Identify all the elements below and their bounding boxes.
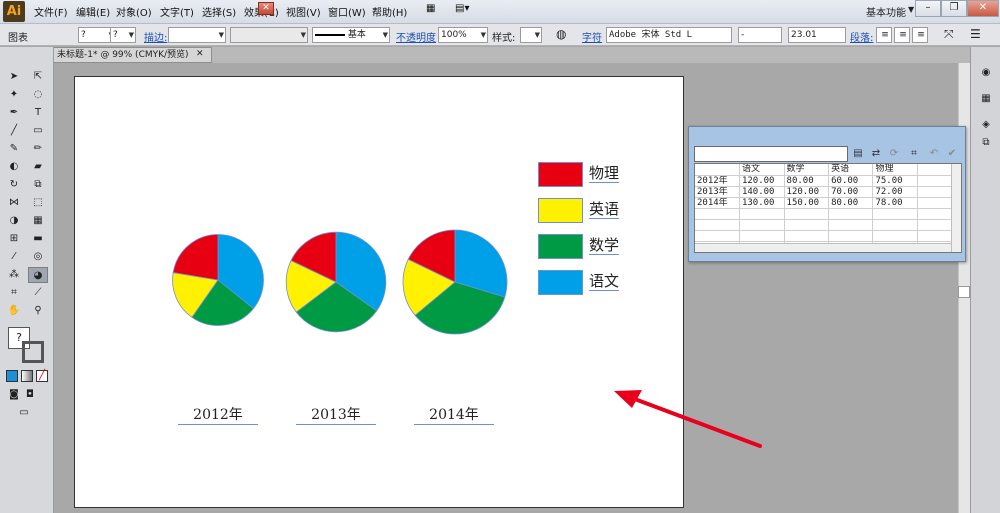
cell-style-icon[interactable]: ⌗ bbox=[906, 147, 922, 161]
table-cell[interactable] bbox=[828, 208, 874, 220]
table-cell[interactable] bbox=[695, 230, 740, 242]
table-cell[interactable]: 语文 bbox=[739, 164, 785, 176]
table-cell[interactable]: 120.00 bbox=[784, 186, 830, 198]
switch-xy-icon[interactable]: ⟳ bbox=[886, 147, 902, 161]
transpose-icon[interactable]: ⇄ bbox=[868, 147, 884, 161]
table-cell[interactable] bbox=[784, 230, 830, 242]
table-row[interactable]: 2014年 130.00 150.00 80.00 78.00 bbox=[695, 197, 961, 209]
table-cell[interactable] bbox=[739, 208, 785, 220]
table-cell[interactable] bbox=[695, 164, 740, 176]
data-table[interactable]: 语文 数学 英语 物理 2012年 120.00 80.00 60.00 75.00 2013年 1… bbox=[695, 164, 961, 252]
table-cell[interactable]: 70.00 bbox=[828, 186, 874, 198]
table-cell[interactable] bbox=[872, 208, 918, 220]
table-cell[interactable] bbox=[784, 219, 830, 231]
table-cell[interactable]: 130.00 bbox=[739, 197, 785, 209]
data-grid[interactable]: 语文 数学 英语 物理 2012年 120.00 80.00 60.00 75.00 2013年 1… bbox=[694, 163, 962, 253]
table-cell[interactable]: 数学 bbox=[784, 164, 830, 176]
table-cell[interactable]: 80.00 bbox=[784, 175, 830, 187]
table-cell[interactable]: 120.00 bbox=[739, 175, 785, 187]
table-row[interactable]: 2013年 140.00 120.00 70.00 72.00 bbox=[695, 186, 961, 198]
grid-horizontal-scrollbar[interactable] bbox=[695, 243, 951, 252]
table-row[interactable] bbox=[695, 208, 961, 220]
table-cell[interactable]: 2014年 bbox=[695, 197, 740, 209]
table-cell[interactable] bbox=[872, 219, 918, 231]
table-cell[interactable]: 72.00 bbox=[872, 186, 918, 198]
revert-icon[interactable]: ↶ bbox=[926, 147, 942, 161]
table-cell[interactable]: 2013年 bbox=[695, 186, 740, 198]
close-icon[interactable]: ✕ bbox=[258, 2, 274, 15]
table-row[interactable] bbox=[695, 230, 961, 242]
table-cell[interactable] bbox=[739, 230, 785, 242]
table-cell[interactable] bbox=[784, 208, 830, 220]
table-cell[interactable]: 78.00 bbox=[872, 197, 918, 209]
table-cell[interactable]: 60.00 bbox=[828, 175, 874, 187]
artboards-panel-icon[interactable]: ⧉ bbox=[976, 135, 996, 151]
table-cell[interactable]: 140.00 bbox=[739, 186, 785, 198]
table-cell[interactable] bbox=[828, 219, 874, 231]
table-cell[interactable]: 英语 bbox=[828, 164, 874, 176]
apply-icon[interactable]: ✔ bbox=[944, 147, 960, 161]
table-cell[interactable] bbox=[872, 230, 918, 242]
table-cell[interactable]: 80.00 bbox=[828, 197, 874, 209]
table-cell[interactable]: 75.00 bbox=[872, 175, 918, 187]
table-cell[interactable] bbox=[695, 208, 740, 220]
table-row[interactable] bbox=[695, 219, 961, 231]
table-cell[interactable] bbox=[695, 219, 740, 231]
table-cell[interactable]: 物理 bbox=[872, 164, 918, 176]
import-data-icon[interactable]: ▤ bbox=[850, 147, 866, 161]
arrow-shaft bbox=[630, 396, 762, 448]
table-cell[interactable]: 2012年 bbox=[695, 175, 740, 187]
table-row[interactable]: 2012年 120.00 80.00 60.00 75.00 bbox=[695, 175, 961, 187]
right-panel-dock: ◉ ▦ ◈ ⧉ bbox=[970, 47, 1000, 513]
swatches-panel-icon[interactable]: ▦ bbox=[976, 91, 996, 107]
cell-value-input[interactable] bbox=[694, 146, 848, 162]
color-panel-icon[interactable]: ◉ bbox=[976, 65, 996, 81]
table-cell[interactable]: 150.00 bbox=[784, 197, 830, 209]
scroll-thumb[interactable] bbox=[958, 286, 970, 298]
grid-vertical-scrollbar[interactable] bbox=[951, 164, 961, 252]
table-cell[interactable] bbox=[828, 230, 874, 242]
table-cell[interactable] bbox=[739, 219, 785, 231]
table-row[interactable]: 语文 数学 英语 物理 bbox=[695, 164, 961, 176]
layers-panel-icon[interactable]: ◈ bbox=[976, 117, 996, 133]
